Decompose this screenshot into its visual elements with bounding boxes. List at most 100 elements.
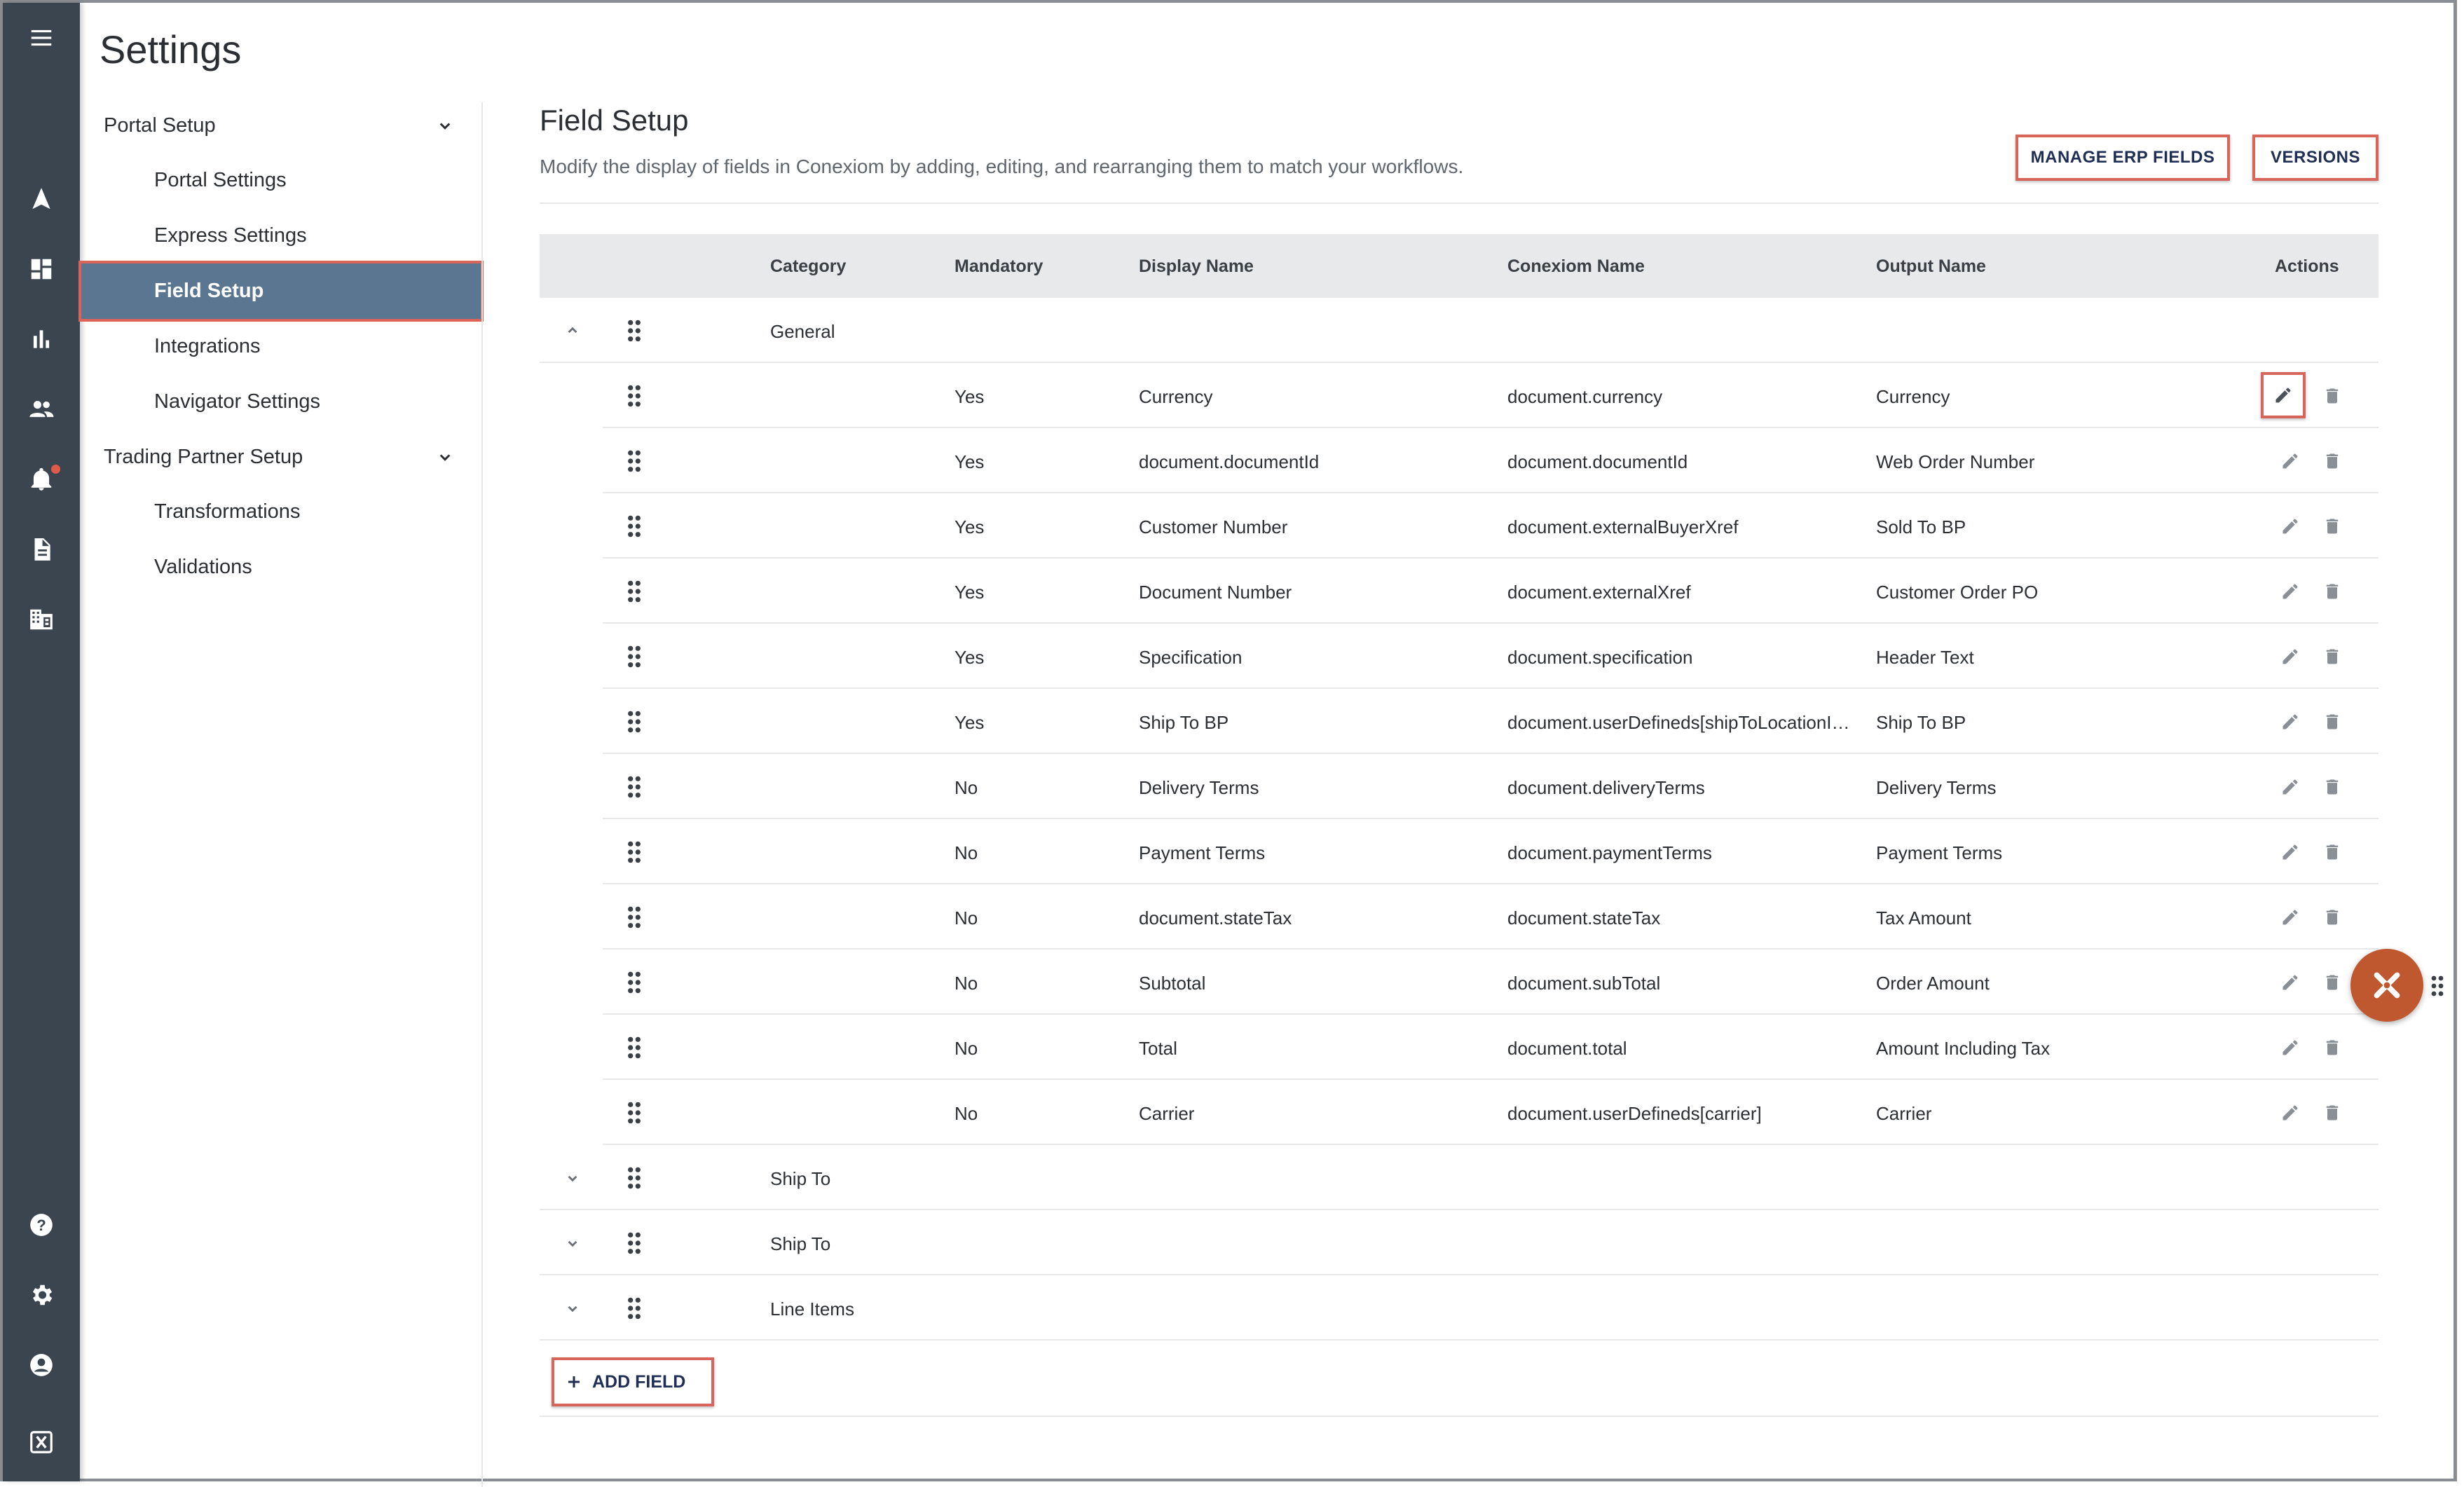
table-group-row[interactable]: Ship To — [540, 1210, 2379, 1275]
drag-handle-icon[interactable] — [627, 905, 642, 929]
nav-item-validations[interactable]: Validations — [81, 540, 481, 595]
nav-item-navigator-settings[interactable]: Navigator Settings — [81, 374, 481, 430]
table-row: No Carrier document.userDefineds[carrier] C… — [540, 1080, 2379, 1145]
table-header: Category Mandatory Display Name Conexiom… — [540, 234, 2379, 298]
users-icon[interactable] — [3, 388, 80, 430]
nav-section-trading-partner-setup[interactable]: Trading Partner Setup — [81, 430, 481, 484]
drag-handle-icon[interactable] — [627, 514, 642, 538]
table-row: No Subtotal document.subTotal Order Amount — [540, 950, 2379, 1015]
edit-pencil-icon[interactable] — [2261, 372, 2306, 418]
menu-icon[interactable] — [3, 17, 80, 59]
notifications-icon[interactable] — [3, 458, 80, 500]
chevron-down-icon[interactable] — [563, 1299, 582, 1317]
delete-trash-icon[interactable] — [2318, 382, 2346, 410]
edit-pencil-icon[interactable] — [2276, 1034, 2304, 1062]
edit-pencil-icon[interactable] — [2276, 1099, 2304, 1127]
cell-conexiom-name: document.deliveryTerms — [1507, 777, 1705, 798]
nav-item-portal-settings[interactable]: Portal Settings — [81, 153, 481, 208]
edit-pencil-icon[interactable] — [2276, 577, 2304, 605]
add-field-button[interactable]: ADD FIELD — [552, 1357, 714, 1406]
edit-pencil-icon[interactable] — [2276, 838, 2304, 866]
nav-item-transformations[interactable]: Transformations — [81, 484, 481, 540]
drag-handle-icon[interactable] — [627, 319, 642, 343]
edit-pencil-icon[interactable] — [2276, 708, 2304, 736]
nav-item-express-settings[interactable]: Express Settings — [81, 208, 481, 263]
drag-handle-icon[interactable] — [627, 1101, 642, 1125]
cell-display-name: document.stateTax — [1139, 907, 1292, 928]
table-group-row[interactable]: General — [540, 298, 2379, 363]
chevron-up-icon[interactable] — [563, 322, 582, 340]
table-bottom-divider — [540, 1416, 2379, 1417]
nav-section-label: Portal Setup — [104, 114, 216, 137]
notification-badge — [51, 465, 60, 474]
column-header-conexiom-name: Conexiom Name — [1507, 256, 1645, 276]
delete-trash-icon[interactable] — [2318, 1099, 2346, 1127]
drag-handle-icon[interactable] — [627, 449, 642, 473]
delete-trash-icon[interactable] — [2318, 838, 2346, 866]
documents-icon[interactable] — [3, 528, 80, 570]
cell-mandatory: Yes — [954, 386, 985, 407]
header-divider — [540, 203, 2379, 204]
settings-icon[interactable] — [3, 1274, 80, 1316]
help-icon[interactable]: ? — [3, 1204, 80, 1246]
drag-handle-icon[interactable] — [627, 775, 642, 799]
drag-handle-icon[interactable] — [627, 1296, 642, 1320]
delete-trash-icon[interactable] — [2318, 1034, 2346, 1062]
edit-pencil-icon[interactable] — [2276, 643, 2304, 671]
drag-handle-icon[interactable] — [627, 840, 642, 864]
drag-handle-icon[interactable] — [627, 1036, 642, 1060]
conexiom-assistant-button[interactable] — [2350, 949, 2423, 1022]
cell-conexiom-name: document.externalXref — [1507, 582, 1691, 603]
cell-display-name: Specification — [1139, 647, 1243, 668]
delete-trash-icon[interactable] — [2318, 773, 2346, 801]
cell-output-name: Currency — [1876, 386, 1950, 407]
drag-handle-icon[interactable] — [2430, 974, 2444, 998]
drag-handle-icon[interactable] — [627, 1231, 642, 1255]
cell-mandatory: Yes — [954, 712, 985, 733]
analytics-icon[interactable] — [3, 318, 80, 360]
conexiom-logo-icon[interactable] — [3, 1421, 80, 1463]
column-header-actions: Actions — [2275, 256, 2339, 276]
nav-item-integrations[interactable]: Integrations — [81, 319, 481, 374]
drag-handle-icon[interactable] — [627, 645, 642, 669]
nav-item-field-setup[interactable]: Field Setup — [78, 261, 484, 322]
cell-mandatory: No — [954, 973, 978, 994]
add-field-label: ADD FIELD — [592, 1371, 686, 1392]
navigator-icon[interactable] — [3, 178, 80, 220]
chevron-down-icon[interactable] — [563, 1169, 582, 1187]
delete-trash-icon[interactable] — [2318, 708, 2346, 736]
versions-button[interactable]: VERSIONS — [2252, 135, 2379, 181]
drag-handle-icon[interactable] — [627, 710, 642, 734]
delete-trash-icon[interactable] — [2318, 447, 2346, 475]
drag-handle-icon[interactable] — [627, 384, 642, 408]
icon-rail: ? — [3, 3, 80, 1481]
section-description: Modify the display of fields in Conexiom… — [540, 156, 1464, 177]
drag-handle-icon[interactable] — [627, 971, 642, 994]
group-category: Line Items — [770, 1298, 854, 1320]
nav-section-portal-setup[interactable]: Portal Setup — [81, 98, 481, 153]
delete-trash-icon[interactable] — [2318, 512, 2346, 540]
cell-output-name: Payment Terms — [1876, 842, 2003, 863]
account-icon[interactable] — [3, 1344, 80, 1386]
cell-output-name: Tax Amount — [1876, 907, 1971, 928]
delete-trash-icon[interactable] — [2318, 903, 2346, 931]
chevron-down-icon[interactable] — [563, 1234, 582, 1252]
drag-handle-icon[interactable] — [627, 1166, 642, 1190]
edit-pencil-icon[interactable] — [2276, 512, 2304, 540]
edit-pencil-icon[interactable] — [2276, 447, 2304, 475]
company-icon[interactable] — [3, 598, 80, 640]
delete-trash-icon[interactable] — [2318, 643, 2346, 671]
table-row: Yes Customer Number document.externalBuyer… — [540, 493, 2379, 559]
edit-pencil-icon[interactable] — [2276, 773, 2304, 801]
edit-pencil-icon[interactable] — [2276, 903, 2304, 931]
table-row: Yes Specification document.specification He… — [540, 624, 2379, 689]
manage-erp-fields-button[interactable]: MANAGE ERP FIELDS — [2015, 135, 2230, 181]
edit-pencil-icon[interactable] — [2276, 968, 2304, 996]
delete-trash-icon[interactable] — [2318, 968, 2346, 996]
column-header-category: Category — [770, 256, 847, 276]
delete-trash-icon[interactable] — [2318, 577, 2346, 605]
drag-handle-icon[interactable] — [627, 580, 642, 603]
dashboard-icon[interactable] — [3, 248, 80, 290]
table-group-row[interactable]: Ship To — [540, 1145, 2379, 1210]
table-group-row[interactable]: Line Items — [540, 1275, 2379, 1341]
